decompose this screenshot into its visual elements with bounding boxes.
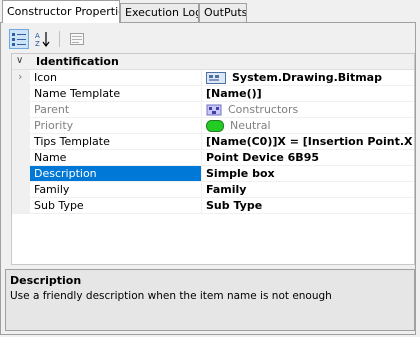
expand-chevron-icon[interactable]: ›: [18, 70, 22, 83]
property-value[interactable]: System.Drawing.Bitmap: [206, 70, 414, 85]
property-value[interactable]: Sub Type: [206, 198, 414, 213]
property-row-tips-template[interactable]: Tips Template [Name(C0)]X = [Insertion P…: [12, 134, 414, 150]
property-row-family[interactable]: Family Family: [12, 182, 414, 198]
property-grid: ∨ Identification › Icon System.Drawing.B…: [11, 53, 415, 265]
property-panel: A Z ∨ Identification › Icon System.Drawi…: [0, 22, 416, 335]
property-name: Description: [30, 166, 202, 181]
description-text: Use a friendly description when the item…: [10, 290, 332, 302]
property-row-icon[interactable]: › Icon System.Drawing.Bitmap: [12, 70, 414, 86]
property-row-description[interactable]: Description Simple box: [12, 166, 414, 182]
property-value[interactable]: [Name(C0)]X = [Insertion Point.X Ord: [206, 134, 414, 149]
property-value: Constructors: [206, 102, 414, 117]
category-label: Identification: [36, 55, 119, 68]
categorized-view-button[interactable]: [9, 29, 29, 49]
category-header[interactable]: ∨ Identification: [12, 54, 414, 70]
property-value[interactable]: Simple box: [206, 166, 414, 181]
property-name: Name Template: [30, 86, 202, 101]
property-row-priority: Priority Neutral: [12, 118, 414, 134]
property-name: Name: [30, 150, 202, 165]
property-value: Neutral: [206, 118, 414, 133]
sort-alphabetical-icon: A Z: [35, 32, 50, 47]
bitmap-icon: [206, 72, 226, 84]
property-name: Parent: [30, 102, 202, 117]
property-toolbar: A Z: [5, 27, 409, 51]
tab-outputs[interactable]: OutPuts: [199, 3, 247, 22]
property-row-name-template[interactable]: Name Template [Name()]: [12, 86, 414, 102]
property-row-sub-type[interactable]: Sub Type Sub Type: [12, 198, 414, 214]
property-row-name[interactable]: Name Point Device 6B95: [12, 150, 414, 166]
property-row-parent: Parent Constructors: [12, 102, 414, 118]
categorized-view-icon: [12, 33, 26, 46]
description-title: Description: [10, 274, 82, 287]
svg-text:Z: Z: [35, 40, 40, 47]
tab-execution-log[interactable]: Execution Log: [120, 3, 199, 22]
tab-bar: Constructor Properties Execution Log Out…: [0, 0, 420, 23]
property-value-text: Neutral: [230, 119, 271, 132]
property-value[interactable]: Point Device 6B95: [206, 150, 414, 165]
collapse-chevron-icon[interactable]: ∨: [16, 55, 23, 66]
property-name: Family: [30, 182, 202, 197]
property-name: Sub Type: [30, 198, 202, 213]
property-value[interactable]: Family: [206, 182, 414, 197]
description-pane: Description Use a friendly description w…: [5, 269, 415, 331]
property-pages-icon: [70, 33, 84, 45]
tab-constructor-properties[interactable]: Constructor Properties: [2, 0, 120, 23]
constructors-icon: [206, 104, 222, 116]
property-name: Icon: [30, 70, 202, 85]
property-name: Priority: [30, 118, 202, 133]
property-value-text: Constructors: [228, 103, 299, 116]
property-value[interactable]: [Name()]: [206, 86, 414, 101]
property-name: Tips Template: [30, 134, 202, 149]
toolbar-separator: [59, 31, 60, 47]
property-pages-button[interactable]: [67, 29, 87, 49]
priority-swatch-icon: [206, 120, 224, 132]
alphabetical-sort-button[interactable]: A Z: [33, 29, 53, 49]
svg-text:A: A: [35, 32, 40, 40]
property-value-text: System.Drawing.Bitmap: [232, 71, 382, 84]
